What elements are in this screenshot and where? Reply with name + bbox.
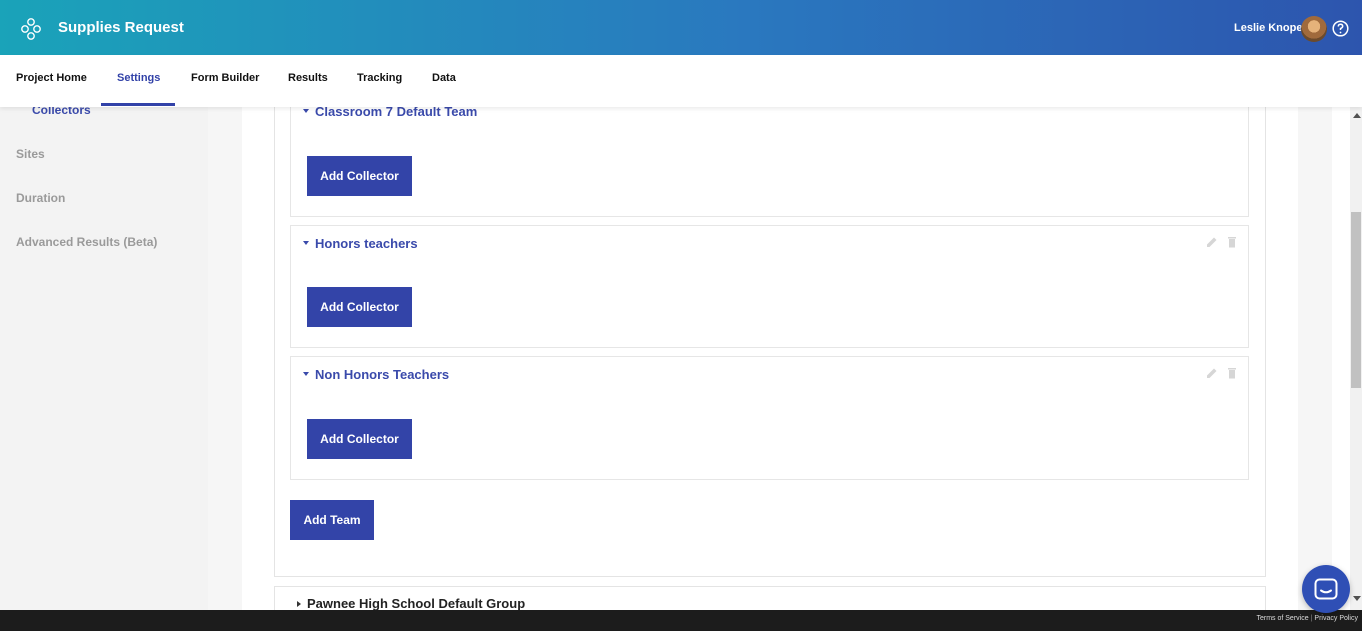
add-team-button[interactable]: Add Team [290, 500, 374, 540]
user-name[interactable]: Leslie Knope [1234, 22, 1302, 34]
trash-icon[interactable] [1226, 236, 1238, 248]
sidebar-item-sites[interactable]: Sites [16, 147, 45, 161]
tab-tracking[interactable]: Tracking [357, 72, 402, 84]
team-title[interactable]: Non Honors Teachers [303, 367, 449, 382]
top-header: Supplies Request Leslie Knope [0, 0, 1362, 55]
add-collector-button[interactable]: Add Collector [307, 156, 412, 196]
tab-settings[interactable]: Settings [117, 72, 160, 84]
caret-down-icon [303, 108, 309, 113]
privacy-policy-link[interactable]: Privacy Policy [1314, 615, 1358, 622]
page-footer: Terms of Service | Privacy Policy [0, 610, 1362, 631]
main-nav: Project Home Settings Form Builder Resul… [0, 55, 1362, 107]
tab-data[interactable]: Data [432, 72, 456, 84]
footer-separator: | [1310, 615, 1313, 622]
caret-right-icon [297, 600, 301, 607]
scroll-down-arrow-icon[interactable] [1353, 596, 1361, 601]
terms-of-service-link[interactable]: Terms of Service [1256, 615, 1308, 622]
app-title: Supplies Request [58, 19, 184, 36]
scrollbar-thumb[interactable] [1351, 212, 1361, 388]
chat-icon [1314, 578, 1338, 600]
team-card: Classroom 7 Default Team Add Collector [290, 95, 1249, 217]
sidebar-item-duration[interactable]: Duration [16, 191, 65, 205]
add-collector-button[interactable]: Add Collector [307, 287, 412, 327]
settings-sidebar: Collectors Sites Duration Advanced Resul… [0, 103, 208, 610]
caret-down-icon [303, 240, 309, 245]
add-collector-button[interactable]: Add Collector [307, 419, 412, 459]
sidebar-item-advanced-results[interactable]: Advanced Results (Beta) [16, 235, 157, 249]
tab-results[interactable]: Results [288, 72, 328, 84]
scroll-up-arrow-icon[interactable] [1353, 113, 1361, 118]
user-avatar[interactable] [1301, 16, 1327, 42]
team-card: Honors teachers Add Collector [290, 225, 1249, 348]
tab-form-builder[interactable]: Form Builder [191, 72, 259, 84]
help-icon[interactable] [1332, 20, 1349, 37]
chat-launcher-button[interactable] [1302, 565, 1350, 613]
active-tab-indicator [101, 103, 175, 106]
pencil-icon[interactable] [1206, 236, 1218, 248]
footer-links: Terms of Service | Privacy Policy [1256, 615, 1358, 622]
team-card: Non Honors Teachers Add Collector [290, 356, 1249, 480]
app-logo-icon[interactable] [20, 17, 42, 41]
tab-project-home[interactable]: Project Home [16, 72, 87, 84]
group-title[interactable]: Pawnee High School Default Group [297, 596, 525, 611]
team-title[interactable]: Honors teachers [303, 236, 418, 251]
group-card: Pawnee High School Default Group [274, 586, 1266, 611]
pencil-icon[interactable] [1206, 367, 1218, 379]
trash-icon[interactable] [1226, 367, 1238, 379]
caret-down-icon [303, 371, 309, 376]
